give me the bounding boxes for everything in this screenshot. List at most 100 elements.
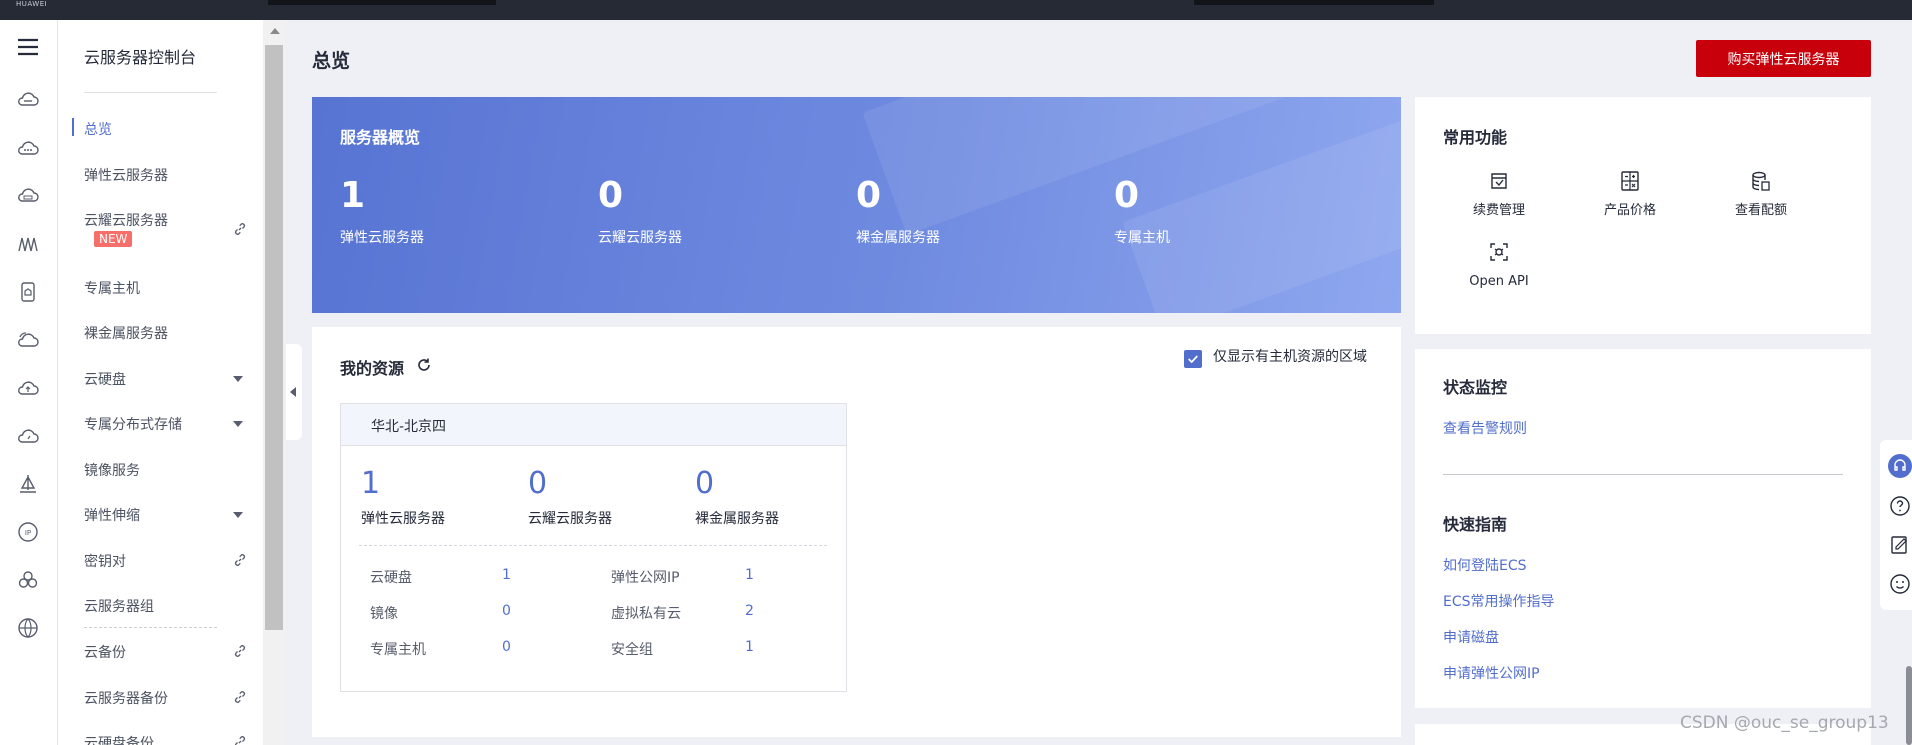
external-link-icon[interactable] <box>232 734 248 745</box>
sidebar-item-disk-backup[interactable]: 云硬盘备份 <box>84 733 249 745</box>
external-link-icon[interactable] <box>232 689 248 705</box>
quota-icon <box>1752 171 1770 191</box>
device-icon[interactable] <box>15 279 41 305</box>
guide-link[interactable]: ECS常用操作指导 <box>1443 591 1555 611</box>
checkmark-icon <box>1188 355 1198 364</box>
resource-value[interactable]: 1 <box>745 639 754 655</box>
watermark: CSDN @ouc_se_group13 <box>1680 713 1889 733</box>
sidebar-item-bms[interactable]: 裸金属服务器 <box>84 323 249 343</box>
guide-link[interactable]: 如何登陆ECS <box>1443 555 1527 575</box>
customer-service-icon[interactable] <box>1888 454 1912 478</box>
view-quota[interactable]: 查看配额 <box>1716 169 1806 218</box>
cloud-sync-icon[interactable] <box>15 327 41 353</box>
product-price[interactable]: 产品价格 <box>1585 169 1675 218</box>
sidebar-divider <box>84 92 217 93</box>
guide-link[interactable]: 申请弹性公网IP <box>1443 663 1540 683</box>
buy-ecs-button[interactable]: 购买弹性云服务器 <box>1696 40 1871 77</box>
region-name: 华北-北京四 <box>371 419 447 435</box>
cloud-disk-icon[interactable] <box>15 183 41 209</box>
resource-key: 安全组 <box>611 642 653 658</box>
region-stat-value[interactable]: 0 <box>695 466 714 501</box>
external-link-icon[interactable] <box>232 643 248 659</box>
sidebar-scroll-thumb[interactable] <box>265 45 283 630</box>
ip-icon[interactable]: IP <box>15 519 41 545</box>
sidebar-item-keypair[interactable]: 密钥对 <box>84 551 249 571</box>
chevron-down-icon[interactable] <box>233 376 243 382</box>
sidebar-item-evs[interactable]: 云硬盘 <box>84 369 249 389</box>
feedback-icon[interactable] <box>1888 533 1912 557</box>
function-label: 续费管理 <box>1472 203 1525 218</box>
topbar-region-placeholder <box>1194 0 1434 5</box>
region-stat-value[interactable]: 1 <box>361 466 380 501</box>
region-stat-value[interactable]: 0 <box>528 466 547 501</box>
page-scrollbar-thumb[interactable] <box>1906 666 1912 745</box>
overview-stat-label: 弹性云服务器 <box>340 230 424 246</box>
chevron-left-icon[interactable] <box>290 387 296 397</box>
overview-stat-label: 云耀云服务器 <box>598 230 682 246</box>
menu-icon[interactable] <box>15 34 41 60</box>
common-functions-title: 常用功能 <box>1443 128 1508 147</box>
resource-value[interactable]: 1 <box>745 567 754 583</box>
guide-link[interactable]: 申请磁盘 <box>1443 627 1499 647</box>
sidebar-item-ims[interactable]: 镜像服务 <box>84 460 249 480</box>
new-badge: NEW <box>94 231 133 247</box>
overview-stat-value[interactable]: 0 <box>598 175 623 216</box>
resource-key: 弹性公网IP <box>611 570 680 586</box>
function-label: 产品价格 <box>1603 203 1656 218</box>
cloud-upload-icon[interactable] <box>15 375 41 401</box>
server-overview-banner: 服务器概览 1 弹性云服务器 0 云耀云服务器 0 裸金属服务器 0 专属主机 <box>312 97 1401 313</box>
region-filter-label[interactable]: 仅显示有主机资源的区域 <box>1213 348 1368 367</box>
sidebar-item-ecs[interactable]: 弹性云服务器 <box>84 165 249 185</box>
view-alarm-rules-link[interactable]: 查看告警规则 <box>1443 418 1527 438</box>
overview-stat-value[interactable]: 0 <box>856 175 881 216</box>
resource-key: 镜像 <box>370 606 398 622</box>
console-title: 云服务器控制台 <box>84 48 197 67</box>
sidebar-item-server-group[interactable]: 云服务器组 <box>84 596 249 616</box>
service-icon-bar: IP <box>0 20 58 745</box>
resource-value[interactable]: 1 <box>502 567 511 583</box>
huawei-logo: HUAWEI <box>16 0 48 8</box>
floating-help-bar <box>1880 440 1912 610</box>
renew-icon <box>1491 173 1507 189</box>
sidebar-item-overview[interactable]: 总览 <box>84 119 249 139</box>
network-icon[interactable] <box>15 231 41 257</box>
help-icon[interactable] <box>1888 494 1912 518</box>
chevron-down-icon[interactable] <box>233 421 243 427</box>
survey-icon[interactable] <box>1888 572 1912 596</box>
renew-management[interactable]: 续费管理 <box>1454 169 1544 218</box>
resource-value[interactable]: 0 <box>502 603 511 619</box>
status-guide-panel: 状态监控 查看告警规则 快速指南 如何登陆ECS ECS常用操作指导 申请磁盘 … <box>1415 349 1871 708</box>
overview-stat-value[interactable]: 0 <box>1114 175 1139 216</box>
sidebar-item-flexus[interactable]: 云耀云服务器 <box>84 210 249 230</box>
cloud-dots-icon[interactable] <box>15 135 41 161</box>
sail-icon[interactable] <box>15 471 41 497</box>
sidebar-item-cbr[interactable]: 云备份 <box>84 642 249 662</box>
external-link-icon[interactable] <box>232 552 248 568</box>
svg-text:IP: IP <box>25 529 31 537</box>
cloud-gauge-icon[interactable] <box>15 423 41 449</box>
cloud-server-icon[interactable] <box>15 87 41 113</box>
monitoring-title: 状态监控 <box>1443 378 1508 397</box>
scroll-up-arrow-icon[interactable] <box>270 28 280 34</box>
refresh-icon[interactable] <box>415 356 433 374</box>
region-filter-checkbox[interactable] <box>1184 350 1202 368</box>
resource-value[interactable]: 0 <box>502 639 511 655</box>
sidebar-item-dedicated-host[interactable]: 专属主机 <box>84 278 249 298</box>
region-card-header: 华北-北京四 <box>341 404 846 446</box>
overview-stat-label: 专属主机 <box>1114 230 1170 246</box>
external-link-icon[interactable] <box>232 221 248 237</box>
sidebar-item-as[interactable]: 弹性伸缩 <box>84 505 249 525</box>
chevron-down-icon[interactable] <box>233 512 243 518</box>
sidebar-item-server-backup[interactable]: 云服务器备份 <box>84 688 249 708</box>
overview-stat-label: 裸金属服务器 <box>856 230 940 246</box>
overview-stat-value[interactable]: 1 <box>340 175 365 216</box>
sidebar-item-dss[interactable]: 专属分布式存储 <box>84 414 249 434</box>
globe-icon[interactable] <box>15 615 41 641</box>
page-title: 总览 <box>312 50 351 72</box>
resource-value[interactable]: 2 <box>745 603 754 619</box>
cluster-icon[interactable] <box>15 567 41 593</box>
sidebar-dashed-divider <box>84 627 217 628</box>
sidebar: 云服务器控制台 总览 弹性云服务器 云耀云服务器 NEW 专属主机 裸金属服务器… <box>58 20 263 745</box>
open-api[interactable]: Open API <box>1454 240 1544 289</box>
region-stat-label: 弹性云服务器 <box>361 511 445 527</box>
